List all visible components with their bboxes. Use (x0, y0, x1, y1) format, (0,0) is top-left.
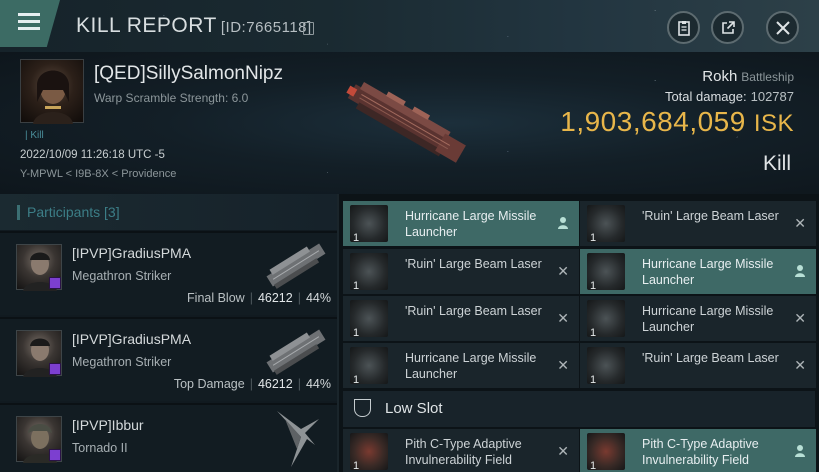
attacker-ship-image (266, 329, 326, 375)
item-quantity: 1 (590, 327, 597, 339)
attacker-ship: Tornado II (72, 441, 128, 455)
item-name: Pith C-Type Adaptive Invulnerability Fie… (642, 437, 759, 467)
low-slot-icon (354, 399, 371, 417)
fitting-item[interactable]: 1 Pith C-Type Adaptive Invulnerability F… (343, 429, 579, 472)
attacker-portrait[interactable] (16, 416, 62, 463)
character-portrait-icon (33, 70, 73, 124)
attacker-damage: 46212 (257, 377, 293, 391)
item-name: 'Ruin' Large Beam Laser (642, 351, 779, 365)
item-name: Hurricane Large Missile Launcher (642, 257, 774, 287)
dropped-person-icon (795, 265, 805, 277)
kill-outcome: Kill (762, 152, 791, 175)
corp-badge-icon (49, 363, 61, 375)
kill-tag: | Kill (25, 130, 44, 141)
attacker-stats: Top Damage | 46212 | 44% (173, 377, 331, 391)
attacker-portrait[interactable] (16, 244, 62, 291)
participants-header[interactable]: Participants [3] (0, 194, 337, 230)
item-name: Hurricane Large Missile Launcher (642, 304, 774, 334)
close-button[interactable] (766, 11, 799, 44)
fitting-item[interactable]: 1 'Ruin' Large Beam Laser ✕ (343, 249, 579, 294)
destroyed-x-icon: ✕ (557, 263, 569, 279)
participants-panel: Participants [3] [IPVP]GradiusPMA Megath… (0, 194, 339, 472)
item-quantity: 1 (353, 460, 360, 472)
kill-location[interactable]: Y-MPWL < I9B-8X < Providence (20, 168, 176, 180)
attacker-name[interactable]: [IPVP]Ibbur (72, 417, 144, 433)
attacker-ship-image (266, 243, 326, 289)
window-title: KILL REPORT [ID:7665118] (76, 14, 312, 38)
attacker-role: Final Blow (187, 291, 245, 305)
item-quantity: 1 (353, 232, 360, 244)
attacker-damage-percent: 44% (305, 291, 331, 305)
attacker-name[interactable]: [IPVP]GradiusPMA (72, 245, 191, 261)
kill-report-window: KILL REPORT [ID:7665118] [QED]SillySalmo… (0, 0, 819, 472)
report-id: [ID:7665118] (220, 19, 312, 36)
copy-icon[interactable] (303, 22, 314, 35)
participants-count: [3] (104, 204, 120, 220)
dropped-person-icon (795, 445, 805, 457)
participants-label: Participants (27, 204, 101, 220)
item-quantity: 1 (353, 280, 360, 292)
total-damage: Total damage: 102787 (664, 89, 794, 104)
title-text: KILL REPORT (76, 14, 217, 37)
participant-row[interactable]: [IPVP]GradiusPMA Megathron Striker Top D… (0, 317, 337, 401)
corp-badge-icon (49, 449, 61, 461)
fitting-button[interactable] (667, 11, 700, 44)
item-quantity: 1 (590, 232, 597, 244)
item-quantity: 1 (590, 374, 597, 386)
item-name: 'Ruin' Large Beam Laser (405, 257, 542, 271)
attacker-portrait[interactable] (16, 330, 62, 377)
attacker-ship-image (277, 411, 319, 467)
attacker-name[interactable]: [IPVP]GradiusPMA (72, 331, 191, 347)
fitting-item[interactable]: 1 'Ruin' Large Beam Laser ✕ (580, 201, 816, 246)
menu-icon (18, 13, 40, 16)
kill-datetime: 2022/10/09 11:26:18 UTC -5 (20, 149, 165, 161)
fitting-item[interactable]: 1 Pith C-Type Adaptive Invulnerability F… (580, 429, 816, 472)
participant-row[interactable]: [IPVP]Ibbur Tornado II (0, 403, 337, 472)
attacker-ship: Megathron Striker (72, 269, 172, 283)
fitting-item[interactable]: 1 Hurricane Large Missile Launcher (343, 201, 579, 246)
victim-name[interactable]: [QED]SillySalmonNipz (94, 63, 283, 85)
attacker-role: Top Damage (173, 377, 245, 391)
isk-value: 1,903,684,059 ISK (560, 106, 794, 137)
close-icon (776, 21, 790, 35)
item-quantity: 1 (353, 374, 360, 386)
item-name: Hurricane Large Missile Launcher (405, 209, 537, 239)
item-quantity: 1 (353, 327, 360, 339)
external-link-icon (722, 21, 735, 34)
destroyed-x-icon: ✕ (557, 357, 569, 373)
destroyed-x-icon: ✕ (794, 357, 806, 373)
attacker-damage: 46212 (257, 291, 293, 305)
fitting-item[interactable]: 1 Hurricane Large Missile Launcher ✕ (343, 343, 579, 388)
destroyed-x-icon: ✕ (557, 310, 569, 326)
destroyed-x-icon: ✕ (794, 215, 806, 231)
corp-badge-icon (49, 277, 61, 289)
attacker-stats: Final Blow | 46212 | 44% (187, 291, 331, 305)
fitting-item[interactable]: 1 'Ruin' Large Beam Laser ✕ (580, 343, 816, 388)
fitting-item[interactable]: 1 Hurricane Large Missile Launcher ✕ (580, 296, 816, 341)
attacker-damage-percent: 44% (305, 377, 331, 391)
share-button[interactable] (711, 11, 744, 44)
section-label: Low Slot (385, 400, 443, 417)
warp-scramble-strength: Warp Scramble Strength: 6.0 (94, 91, 249, 105)
destroyed-x-icon: ✕ (794, 310, 806, 326)
item-quantity: 1 (590, 460, 597, 472)
item-quantity: 1 (590, 280, 597, 292)
low-slot-header[interactable]: Low Slot (343, 391, 815, 427)
clipboard-icon (678, 21, 690, 36)
attacker-ship: Megathron Striker (72, 355, 172, 369)
item-name: 'Ruin' Large Beam Laser (405, 304, 542, 318)
dropped-person-icon (558, 217, 568, 229)
item-name: Pith C-Type Adaptive Invulnerability Fie… (405, 437, 522, 467)
item-name: 'Ruin' Large Beam Laser (642, 209, 779, 223)
fitting-item[interactable]: 1 Hurricane Large Missile Launcher (580, 249, 816, 294)
victim-ship-type[interactable]: Rokh Battleship (702, 68, 794, 85)
victim-ship-image[interactable] (335, 68, 475, 178)
title-bar: KILL REPORT [ID:7665118] (0, 0, 819, 52)
participant-row[interactable]: [IPVP]GradiusPMA Megathron Striker Final… (0, 231, 337, 315)
item-name: Hurricane Large Missile Launcher (405, 351, 537, 381)
victim-portrait[interactable] (20, 59, 84, 124)
destroyed-x-icon: ✕ (557, 443, 569, 459)
fitting-item[interactable]: 1 'Ruin' Large Beam Laser ✕ (343, 296, 579, 341)
